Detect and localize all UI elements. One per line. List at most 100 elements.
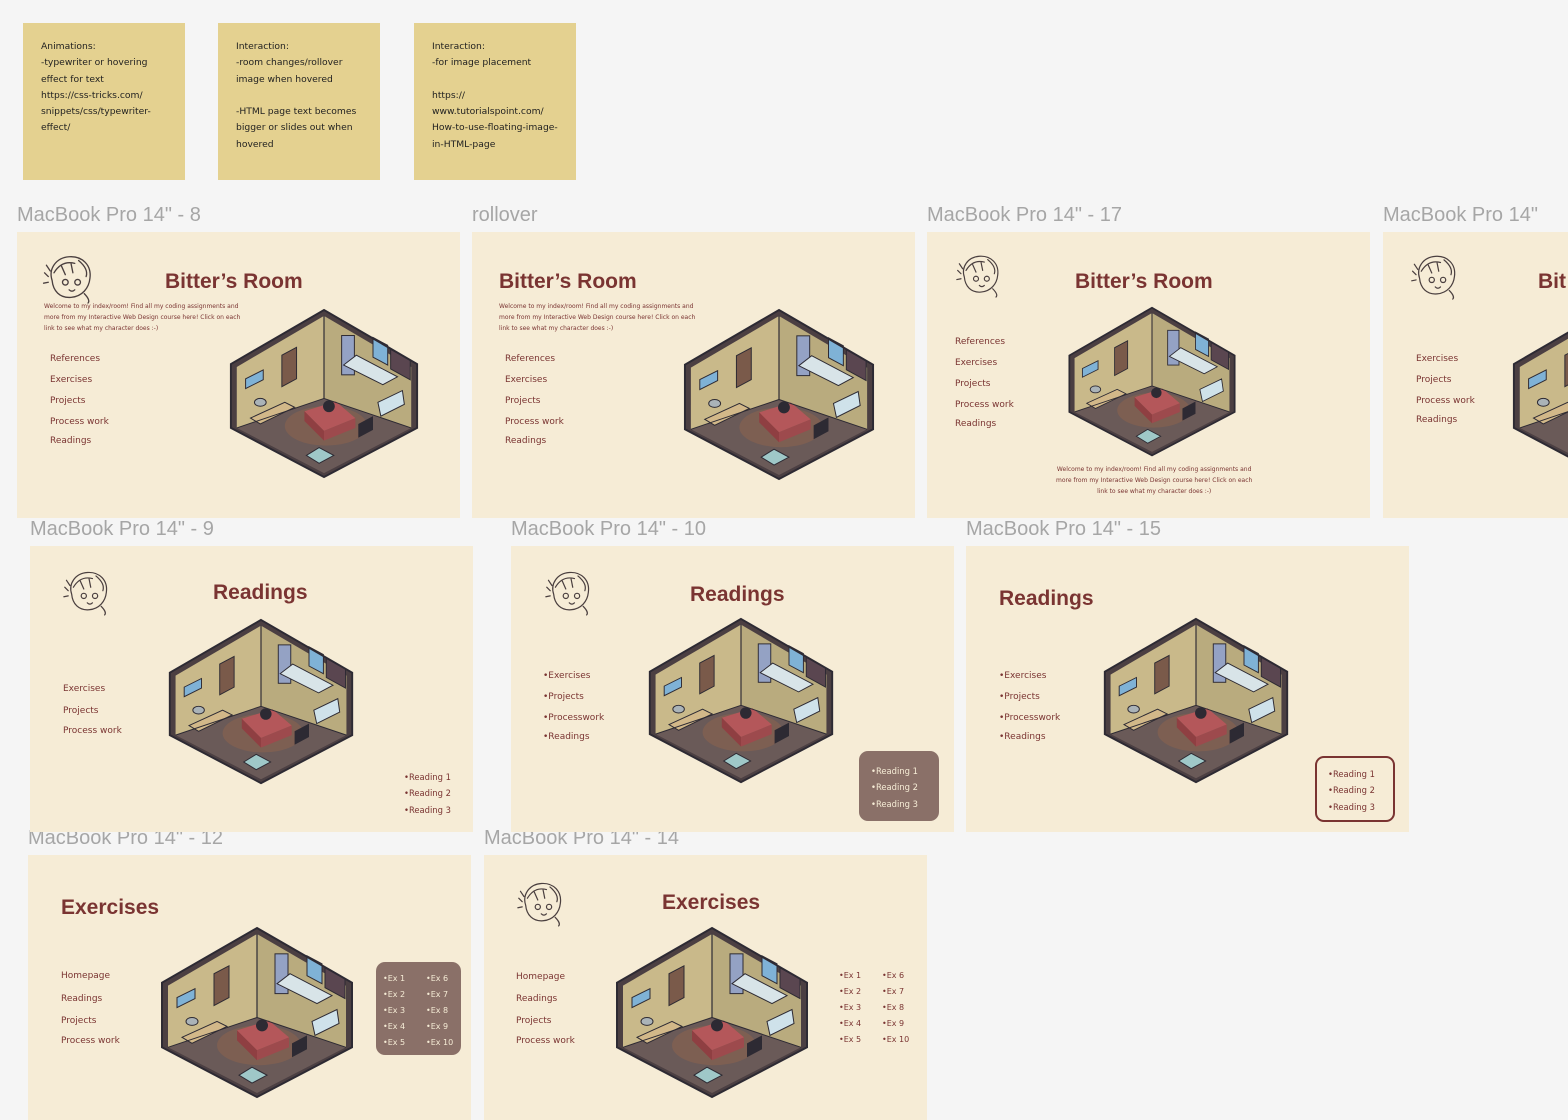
frame-home-rollover[interactable]: Bitter’s Room Welcome to my index/room! … [472, 232, 915, 518]
nav-projects[interactable]: •Projects [543, 692, 584, 702]
readings-list-outlined[interactable]: •Reading 1 •Reading 2 •Reading 3 [1315, 756, 1395, 822]
nav-projects[interactable]: Projects [50, 396, 85, 406]
ex-2-link[interactable]: •Ex 2 [383, 987, 405, 1003]
nav-projects[interactable]: Projects [1416, 375, 1451, 385]
ex-8-link[interactable]: •Ex 8 [426, 1003, 448, 1019]
nav-readings[interactable]: Readings [61, 994, 102, 1004]
ex-8-link[interactable]: •Ex 8 [882, 1003, 904, 1012]
isometric-room-image[interactable] [1065, 306, 1239, 458]
reading-1-link[interactable]: •Reading 1 [404, 769, 451, 785]
reading-3-link[interactable]: •Reading 3 [1328, 799, 1375, 815]
isometric-room-image[interactable] [1100, 617, 1292, 785]
nav-homepage[interactable]: Homepage [516, 972, 565, 982]
nav-exercises[interactable]: •Exercises [543, 671, 590, 681]
nav-exercises[interactable]: Exercises [505, 375, 547, 385]
frame-home-17[interactable]: Bitter’s Room References Exercises Proje… [927, 232, 1370, 518]
frame-readings-15[interactable]: Readings •Exercises •Projects •Processwo… [966, 546, 1409, 832]
frame-readings-9[interactable]: Readings Exercises Projects Process work… [30, 546, 473, 832]
isometric-room-image[interactable] [612, 926, 812, 1100]
nav-process-work[interactable]: Process work [505, 417, 564, 427]
reading-1-link[interactable]: •Reading 1 [871, 763, 918, 779]
reading-3-link[interactable]: •Reading 3 [871, 796, 918, 812]
frame-label-partial[interactable]: MacBook Pro 14" [1383, 204, 1538, 226]
nav-references[interactable]: References [505, 354, 555, 364]
ex-6-link[interactable]: •Ex 6 [882, 971, 904, 980]
ex-10-link[interactable]: •Ex 10 [426, 1035, 453, 1051]
readings-list-hover[interactable]: •Reading 1 •Reading 2 •Reading 3 [859, 751, 939, 821]
intro-text: Welcome to my index/room! Find all my co… [499, 303, 696, 332]
ex-4-link[interactable]: •Ex 4 [383, 1019, 405, 1035]
sticky-note-interaction-placement[interactable]: Interaction: -for image placement https:… [414, 23, 576, 180]
isometric-room-image[interactable] [645, 617, 837, 785]
nav-references[interactable]: References [50, 354, 100, 364]
ex-5-link[interactable]: •Ex 5 [839, 1035, 861, 1044]
ex-1-link[interactable]: •Ex 1 [839, 971, 861, 980]
nav-process-work[interactable]: Process work [955, 400, 1014, 410]
frame-exercises-14[interactable]: Exercises Homepage Readings Projects Pro… [484, 855, 927, 1120]
isometric-room-image[interactable] [165, 618, 357, 786]
frame-label-8[interactable]: MacBook Pro 14" - 8 [17, 204, 201, 226]
reading-2-link[interactable]: •Reading 2 [404, 785, 451, 801]
exercises-list-hover[interactable]: •Ex 1 •Ex 2 •Ex 3 •Ex 4 •Ex 5 •Ex 6 •Ex … [376, 962, 461, 1055]
ex-7-link[interactable]: •Ex 7 [426, 987, 448, 1003]
nav-process-work[interactable]: Process work [61, 1036, 120, 1046]
nav-exercises[interactable]: Exercises [955, 358, 997, 368]
nav-references[interactable]: References [955, 337, 1005, 347]
ex-7-link[interactable]: •Ex 7 [882, 987, 904, 996]
frame-label-17[interactable]: MacBook Pro 14" - 17 [927, 204, 1122, 226]
nav-exercises[interactable]: Exercises [63, 684, 105, 694]
ex-5-link[interactable]: •Ex 5 [383, 1035, 405, 1051]
ex-6-link[interactable]: •Ex 6 [426, 971, 448, 987]
nav-process-work[interactable]: •Processwork [999, 713, 1060, 723]
isometric-room-image[interactable] [680, 308, 878, 482]
ex-10-link[interactable]: •Ex 10 [882, 1035, 909, 1044]
ex-9-link[interactable]: •Ex 9 [426, 1019, 448, 1035]
reading-1-link[interactable]: •Reading 1 [1328, 766, 1375, 782]
isometric-room-image[interactable] [1509, 308, 1568, 480]
frame-label-9[interactable]: MacBook Pro 14" - 9 [30, 518, 214, 540]
nav-exercises[interactable]: Exercises [1416, 354, 1458, 364]
frame-label-15[interactable]: MacBook Pro 14" - 15 [966, 518, 1161, 540]
frame-home-partial[interactable]: Bit Exercises Projects Process work Read… [1383, 232, 1568, 518]
ex-3-link[interactable]: •Ex 3 [383, 1003, 405, 1019]
nav-process-work[interactable]: •Processwork [543, 713, 604, 723]
nav-projects[interactable]: •Projects [999, 692, 1040, 702]
nav-exercises[interactable]: Exercises [50, 375, 92, 385]
isometric-room-image[interactable] [157, 926, 357, 1100]
nav-readings[interactable]: •Readings [543, 732, 590, 742]
nav-projects[interactable]: Projects [61, 1016, 96, 1026]
ex-9-link[interactable]: •Ex 9 [882, 1019, 904, 1028]
reading-2-link[interactable]: •Reading 2 [1328, 782, 1375, 798]
nav-readings[interactable]: Readings [516, 994, 557, 1004]
nav-readings[interactable]: •Readings [999, 732, 1046, 742]
reading-3-link[interactable]: •Reading 3 [404, 802, 451, 818]
nav-process-work[interactable]: Process work [63, 726, 122, 736]
frame-label-10[interactable]: MacBook Pro 14" - 10 [511, 518, 706, 540]
ex-2-link[interactable]: •Ex 2 [839, 987, 861, 996]
nav-readings[interactable]: Readings [1416, 415, 1457, 425]
nav-process-work[interactable]: Process work [50, 417, 109, 427]
character-avatar-icon [545, 568, 597, 616]
ex-4-link[interactable]: •Ex 4 [839, 1019, 861, 1028]
isometric-room-image[interactable] [226, 308, 422, 480]
nav-readings[interactable]: Readings [505, 436, 546, 446]
reading-2-link[interactable]: •Reading 2 [871, 779, 918, 795]
nav-projects[interactable]: Projects [63, 706, 98, 716]
nav-process-work[interactable]: Process work [516, 1036, 575, 1046]
nav-projects[interactable]: Projects [516, 1016, 551, 1026]
nav-readings[interactable]: Readings [50, 436, 91, 446]
nav-readings[interactable]: Readings [955, 419, 996, 429]
nav-process-work[interactable]: Process work [1416, 396, 1475, 406]
nav-homepage[interactable]: Homepage [61, 971, 110, 981]
sticky-note-animations[interactable]: Animations: -typewriter or hovering effe… [23, 23, 185, 180]
nav-projects[interactable]: Projects [955, 379, 990, 389]
frame-label-rollover[interactable]: rollover [472, 204, 538, 226]
frame-home-8[interactable]: Bitter’s Room Welcome to my index/room! … [17, 232, 460, 518]
frame-readings-10[interactable]: Readings •Exercises •Projects •Processwo… [511, 546, 954, 832]
ex-3-link[interactable]: •Ex 3 [839, 1003, 861, 1012]
sticky-note-interaction-rollover[interactable]: Interaction: -room changes/rollover imag… [218, 23, 380, 180]
nav-exercises[interactable]: •Exercises [999, 671, 1046, 681]
nav-projects[interactable]: Projects [505, 396, 540, 406]
ex-1-link[interactable]: •Ex 1 [383, 971, 405, 987]
frame-exercises-12[interactable]: Exercises Homepage Readings Projects Pro… [28, 855, 471, 1120]
